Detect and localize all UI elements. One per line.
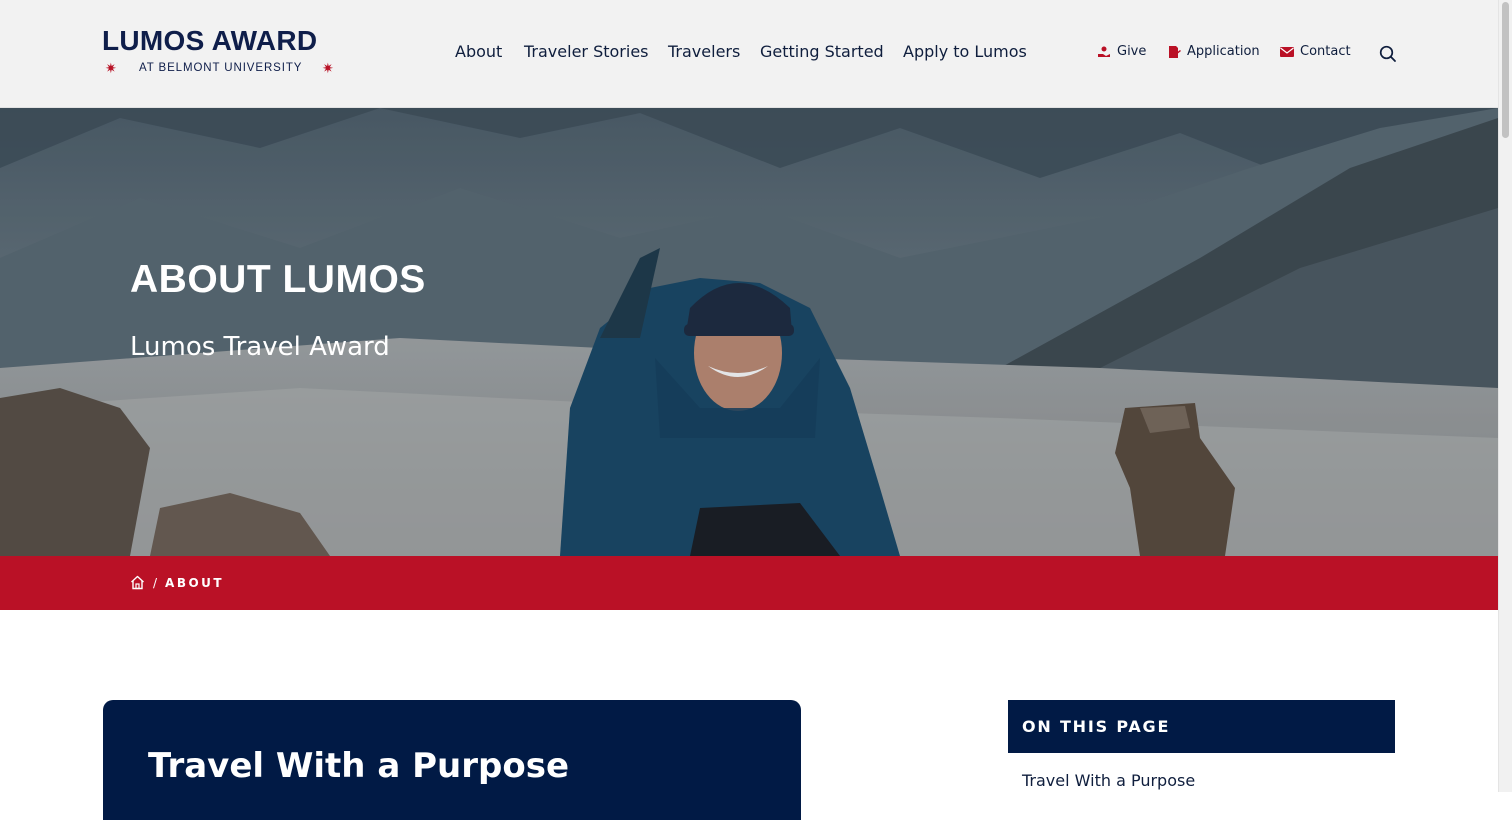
- page-title: ABOUT LUMOS: [130, 258, 426, 301]
- hero-banner: ABOUT LUMOS Lumos Travel Award: [0, 108, 1498, 556]
- home-icon: [131, 575, 144, 590]
- nav-traveler-stories[interactable]: Traveler Stories: [524, 42, 649, 61]
- page-subtitle: Lumos Travel Award: [130, 332, 390, 362]
- util-application-label: Application: [1187, 44, 1260, 59]
- give-icon: [1098, 46, 1110, 57]
- star-icon: ✷: [105, 61, 117, 77]
- mail-icon: [1280, 46, 1294, 57]
- util-application[interactable]: Application: [1167, 44, 1260, 59]
- site-logo[interactable]: LUMOS AWARD ✷ AT BELMONT UNIVERSITY ✷: [102, 26, 342, 80]
- logo-subtitle: AT BELMONT UNIVERSITY: [139, 62, 303, 74]
- search-button[interactable]: [1379, 45, 1397, 63]
- section-title: Travel With a Purpose: [148, 746, 569, 786]
- breadcrumb-separator: /: [153, 575, 158, 590]
- site-header: LUMOS AWARD ✷ AT BELMONT UNIVERSITY ✷ Ab…: [0, 0, 1498, 108]
- util-contact-label: Contact: [1300, 44, 1351, 59]
- logo-title: LUMOS AWARD: [102, 25, 318, 56]
- star-icon: ✷: [322, 61, 334, 77]
- page-scrollbar[interactable]: [1498, 0, 1512, 792]
- application-icon: [1169, 45, 1181, 58]
- breadcrumb-bar: / ABOUT: [0, 556, 1498, 610]
- breadcrumb: / ABOUT: [130, 575, 224, 590]
- util-contact[interactable]: Contact: [1280, 44, 1351, 59]
- on-this-page-heading: ON THIS PAGE: [1022, 717, 1171, 736]
- intro-card: Travel With a Purpose: [103, 700, 801, 820]
- search-icon: [1379, 45, 1396, 62]
- nav-apply[interactable]: Apply to Lumos: [903, 42, 1027, 61]
- nav-getting-started[interactable]: Getting Started: [760, 42, 884, 61]
- breadcrumb-home[interactable]: [130, 575, 145, 590]
- breadcrumb-current: ABOUT: [165, 575, 225, 590]
- on-this-page-header: ON THIS PAGE: [1008, 700, 1395, 753]
- util-give[interactable]: Give: [1097, 44, 1146, 59]
- nav-travelers[interactable]: Travelers: [668, 42, 740, 61]
- scrollbar-thumb[interactable]: [1502, 2, 1509, 138]
- nav-about[interactable]: About: [455, 42, 502, 61]
- util-give-label: Give: [1117, 44, 1147, 59]
- on-this-page-link[interactable]: Travel With a Purpose: [1022, 771, 1195, 790]
